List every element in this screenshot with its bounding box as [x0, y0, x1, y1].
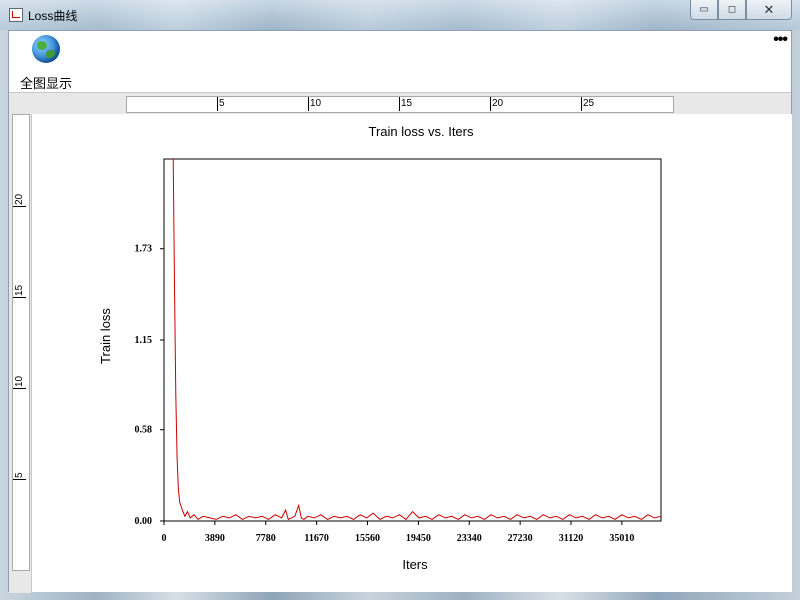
y-tick-label: 1.73 — [135, 244, 153, 255]
horizontal-ruler[interactable]: 5 10 15 20 25 — [126, 96, 674, 113]
ruler-tick-label: 5 — [14, 472, 25, 478]
app-icon — [9, 8, 23, 22]
plot-area[interactable]: Train loss vs. Iters Iters Train loss 0 3… — [31, 114, 792, 592]
x-tick-label: 3890 — [205, 533, 225, 544]
vertical-ruler-bar: 20 15 10 5 — [9, 114, 31, 593]
close-button[interactable]: ✕ — [746, 0, 792, 20]
more-options-icon[interactable]: ••• — [773, 31, 788, 49]
x-tick-label: 31120 — [559, 533, 583, 544]
x-tick-label: 11670 — [304, 533, 328, 544]
ruler-tick — [217, 97, 218, 111]
window-title: Loss曲线 — [28, 9, 78, 23]
chart-title: Train loss vs. Iters — [369, 124, 474, 139]
ruler-tick — [13, 206, 26, 207]
x-tick-label: 19450 — [406, 533, 431, 544]
ruler-tick-label: 20 — [14, 193, 25, 205]
ruler-tick-label: 15 — [14, 284, 25, 296]
y-tick-label: 0.58 — [135, 425, 153, 436]
ruler-tick — [13, 479, 26, 480]
x-tick-label: 7780 — [256, 533, 276, 544]
full-view-label: 全图显示 — [19, 76, 72, 91]
ruler-tick-label: 15 — [401, 98, 413, 109]
y-axis-label: Train loss — [98, 308, 113, 364]
x-tick-label: 27230 — [508, 533, 533, 544]
vertical-ruler[interactable]: 20 15 10 5 — [12, 114, 30, 571]
y-axis-ticks: 0.00 0.58 1.15 1.73 — [135, 244, 164, 527]
ruler-tick-label: 5 — [219, 98, 225, 109]
x-tick-label: 0 — [162, 533, 167, 544]
title-bar[interactable]: Loss曲线 ▭ ◻ ✕ — [0, 0, 800, 30]
ruler-tick — [13, 388, 26, 389]
y-tick-label: 1.15 — [135, 335, 153, 346]
full-view-button[interactable]: 全图显示 — [13, 33, 79, 91]
loss-curve-window: Loss曲线 ▭ ◻ ✕ 全图显示 ••• 5 10 15 20 25 20 15 10 5 … — [0, 0, 800, 599]
x-axis-label: Iters — [402, 557, 428, 572]
restore-button[interactable]: ◻ — [718, 0, 746, 20]
minimize-button[interactable]: ▭ — [690, 0, 718, 20]
ruler-tick-label: 10 — [310, 98, 322, 109]
ruler-tick-label: 20 — [492, 98, 504, 109]
ruler-tick — [308, 97, 309, 111]
toolbar: 全图显示 ••• — [9, 31, 791, 91]
globe-icon — [32, 35, 60, 63]
y-tick-label: 0.00 — [135, 516, 153, 527]
x-tick-label: 23340 — [457, 533, 482, 544]
x-axis-ticks: 0 3890 7780 11670 15560 19450 23340 27230 31120 3… — [162, 521, 634, 544]
ruler-tick-label: 25 — [583, 98, 595, 109]
x-tick-label: 15560 — [355, 533, 380, 544]
ruler-tick — [490, 97, 491, 111]
loss-chart: Train loss vs. Iters Iters Train loss 0 3… — [98, 124, 662, 572]
client-area: 全图显示 ••• 5 10 15 20 25 20 15 10 5 Train loss vs… — [8, 30, 792, 593]
horizontal-ruler-bar: 5 10 15 20 25 — [9, 92, 791, 115]
ruler-tick — [399, 97, 400, 111]
x-tick-label: 35010 — [609, 533, 634, 544]
ruler-tick — [581, 97, 582, 111]
ruler-tick — [13, 297, 26, 298]
plot-frame — [163, 158, 662, 522]
window-controls: ▭ ◻ ✕ — [690, 0, 792, 20]
ruler-tick-label: 10 — [14, 375, 25, 387]
